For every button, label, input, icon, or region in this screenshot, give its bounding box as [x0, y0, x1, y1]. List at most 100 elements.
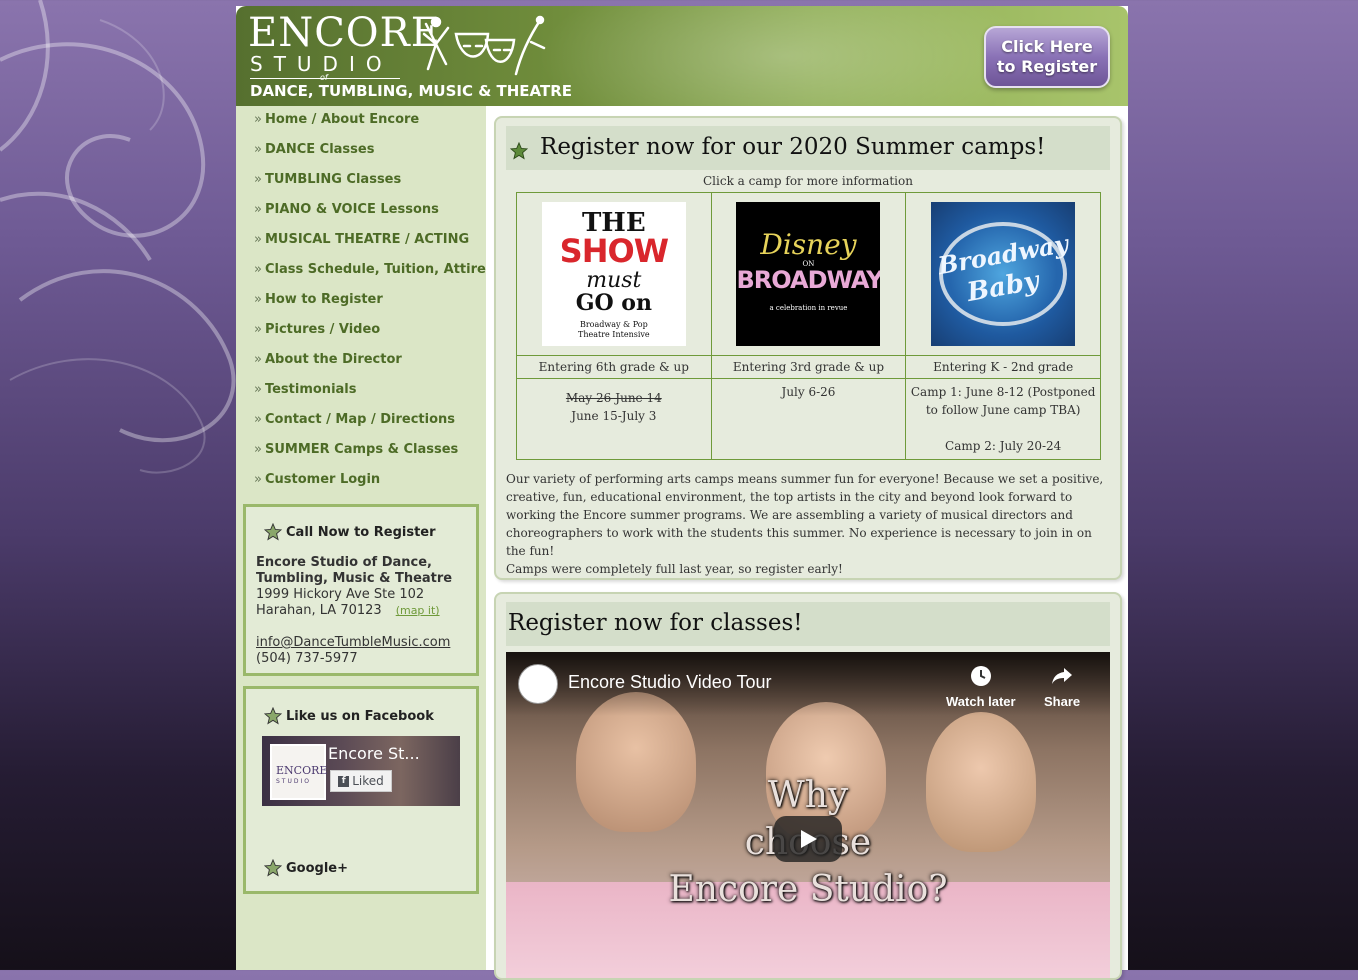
chevron-icon: »: [254, 442, 262, 457]
nav-item-summer-camps[interactable]: » SUMMER Camps & Classes: [236, 440, 486, 470]
page-container: ENCORE STUDIO of DANCE, TUMBLING, MUSIC …: [236, 6, 1128, 980]
nav-item-how-to-register[interactable]: » How to Register: [236, 290, 486, 320]
camp-cell-broadway-baby[interactable]: Broadway Baby: [905, 192, 1101, 356]
watch-later-label: Watch later: [946, 694, 1016, 709]
share-label: Share: [1044, 694, 1081, 709]
googleplus-title: Google+: [264, 859, 348, 877]
site-header: ENCORE STUDIO of DANCE, TUMBLING, MUSIC …: [236, 6, 1128, 106]
facebook-page-widget[interactable]: ENCORE STUDIO Encore St... f Liked: [262, 736, 460, 806]
img-text: GO on: [575, 290, 652, 316]
chevron-icon: »: [254, 112, 262, 127]
nav-item-director[interactable]: » About the Director: [236, 350, 486, 380]
classes-panel: Register now for classes! Encore Studio …: [494, 592, 1122, 980]
nav-item-home[interactable]: » Home / About Encore: [236, 110, 486, 140]
nav-item-tumbling[interactable]: » TUMBLING Classes: [236, 170, 486, 200]
clock-icon: [970, 666, 991, 686]
contact-title-text: Call Now to Register: [286, 524, 436, 540]
date-struck: May 26-June 14: [565, 391, 662, 405]
facebook-box: Like us on Facebook ENCORE STUDIO Encore…: [243, 686, 479, 894]
studio-name-line2: Tumbling, Music & Theatre: [256, 571, 453, 586]
phone-number: (504) 737-5977: [256, 651, 358, 666]
summer-camps-heading: Register now for our 2020 Summer camps!: [540, 134, 1046, 160]
nav-item-testimonials[interactable]: » Testimonials: [236, 380, 486, 410]
chevron-icon: »: [254, 232, 262, 247]
googleplus-title-text: Google+: [286, 860, 349, 876]
channel-logo-icon[interactable]: [518, 664, 558, 704]
address-line2: Harahan, LA 70123: [256, 603, 382, 618]
nav-label: Pictures / Video: [264, 322, 381, 337]
date-cell: July 6-26: [710, 378, 907, 460]
nav-item-contact[interactable]: » Contact / Map / Directions: [236, 410, 486, 440]
background-swirl: [0, 0, 236, 474]
camps-description: Our variety of performing arts camps mea…: [506, 470, 1106, 578]
img-text: a celebration in revue: [769, 304, 848, 312]
nav-label: Testimonials: [264, 382, 357, 397]
summer-camps-header: Register now for our 2020 Summer camps!: [506, 126, 1110, 170]
nav-item-customer-login[interactable]: » Customer Login: [236, 470, 486, 500]
chevron-icon: »: [254, 322, 262, 337]
chevron-icon: »: [254, 262, 262, 277]
register-line1: Click Here: [1001, 37, 1093, 56]
description-text-2: Camps were completely full last year, so…: [506, 562, 843, 576]
play-icon: [801, 830, 817, 848]
email-link[interactable]: info@DanceTumbleMusic.com: [256, 635, 452, 651]
nav-item-piano-voice[interactable]: » PIANO & VOICE Lessons: [236, 200, 486, 230]
chevron-icon: »: [254, 292, 262, 307]
facebook-title-text: Like us on Facebook: [286, 708, 434, 724]
disney-on-broadway-image[interactable]: Disney ON BROADWAY a celebration in revu…: [736, 202, 881, 346]
nav-item-schedule[interactable]: » Class Schedule, Tuition, Attire: [236, 260, 486, 290]
video-player[interactable]: Encore Studio Video Tour Watch later Sha…: [506, 652, 1110, 978]
play-button[interactable]: [774, 816, 842, 862]
date-cell: May 26-June 14 June 15-July 3: [516, 378, 712, 460]
facebook-liked-button[interactable]: f Liked: [330, 770, 392, 792]
main-nav: » Home / About Encore » DANCE Classes » TUM…: [236, 110, 486, 500]
nav-item-musical-theatre[interactable]: » MUSICAL THEATRE / ACTING: [236, 230, 486, 260]
register-line2: to Register: [996, 57, 1098, 76]
logo-of-text: of: [320, 73, 328, 82]
date-text: July 6-26: [781, 385, 836, 399]
studio-name-line1: Encore Studio of Dance,: [256, 555, 432, 570]
facebook-page-name[interactable]: Encore St...: [328, 744, 420, 763]
chevron-icon: »: [254, 472, 262, 487]
address-line1: 1999 Hickory Ave Ste 102: [256, 587, 425, 602]
camps-grade-row: Entering 6th grade & up Entering 3rd gra…: [516, 355, 1101, 379]
show-must-go-on-image[interactable]: THE SHOW must GO on Broadway & Pop Theat…: [541, 202, 686, 346]
nav-label: Home / About Encore: [264, 112, 420, 127]
video-title[interactable]: Encore Studio Video Tour: [568, 672, 771, 693]
map-it-link[interactable]: (map it): [396, 604, 440, 617]
grade-cell: Entering 3rd grade & up: [710, 355, 907, 379]
broadway-baby-image[interactable]: Broadway Baby: [931, 202, 1076, 346]
nav-label: How to Register: [264, 292, 383, 307]
grade-cell: Entering K - 2nd grade: [905, 355, 1101, 379]
camp-cell-show-must-go-on[interactable]: THE SHOW must GO on Broadway & Pop Theat…: [516, 192, 712, 356]
camps-date-row: May 26-June 14 June 15-July 3 July 6-26 …: [516, 378, 1101, 460]
click-to-register-button[interactable]: Click Here to Register: [984, 26, 1110, 88]
share-button[interactable]: Share: [1044, 664, 1080, 709]
img-text: SHOW: [559, 232, 669, 270]
thumb-text-encore: ENCORE: [276, 764, 328, 777]
camp-cell-disney-broadway[interactable]: Disney ON BROADWAY a celebration in revu…: [710, 192, 907, 356]
liked-label: Liked: [352, 774, 384, 788]
watch-later-button[interactable]: Watch later: [946, 664, 1016, 709]
overlay-line: Why: [767, 775, 849, 816]
logo-subtitle[interactable]: DANCE, TUMBLING, MUSIC & THEATRE: [250, 82, 572, 100]
nav-item-pictures-video[interactable]: » Pictures / Video: [236, 320, 486, 350]
date-cell: Camp 1: June 8-12 (Postponed to follow J…: [905, 378, 1101, 460]
facebook-title: Like us on Facebook: [264, 707, 434, 725]
star-icon: [264, 707, 282, 725]
chevron-icon: »: [254, 142, 262, 157]
img-text: Theatre Intensive: [578, 330, 650, 339]
header-shine: [536, 6, 1036, 106]
classes-heading: Register now for classes!: [508, 610, 803, 636]
share-icon: [1052, 668, 1073, 684]
dancer-masks-logo-icon: [422, 15, 546, 76]
img-text: Disney: [760, 228, 857, 261]
nav-label: Class Schedule, Tuition, Attire: [264, 262, 486, 277]
facebook-icon: f: [338, 776, 350, 787]
nav-label: SUMMER Camps & Classes: [264, 442, 459, 457]
img-text: Broadway & Pop: [579, 320, 648, 329]
thumb-text-studio: STUDIO: [276, 778, 311, 785]
nav-item-dance[interactable]: » DANCE Classes: [236, 140, 486, 170]
star-icon: [264, 523, 282, 541]
